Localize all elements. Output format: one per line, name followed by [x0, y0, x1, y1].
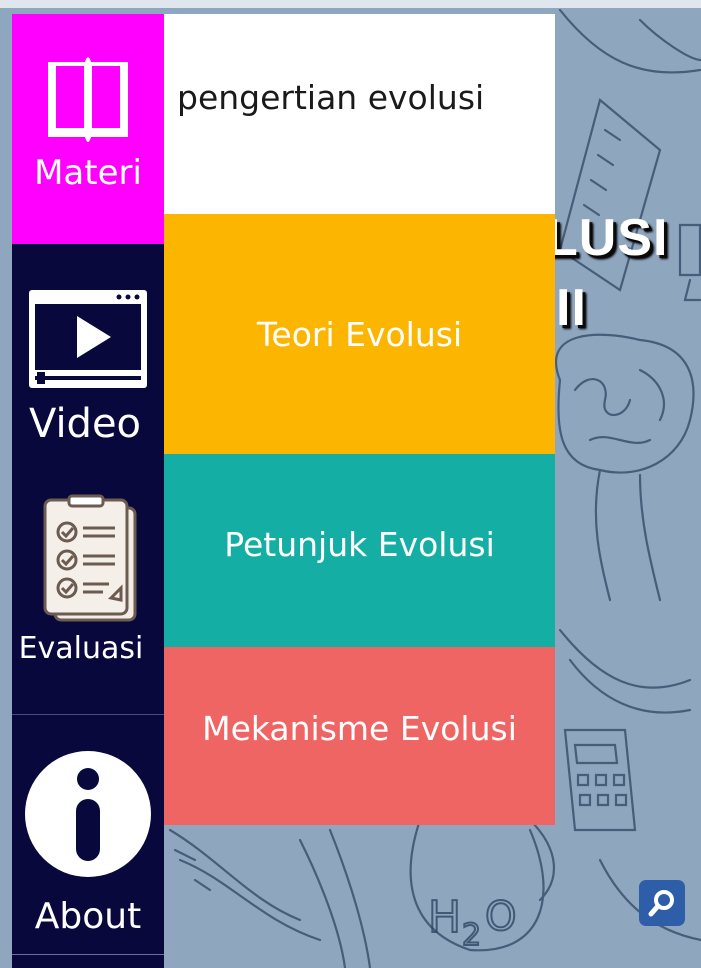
sidebar-divider	[12, 954, 164, 955]
info-icon	[25, 751, 151, 877]
sidebar-item-about[interactable]: About	[12, 749, 164, 949]
submenu-item-teori-evolusi[interactable]: Teori Evolusi	[164, 214, 555, 454]
search-icon	[648, 890, 674, 917]
submenu-item-pengertian-evolusi[interactable]: pengertian evolusi	[164, 14, 555, 214]
submenu-item-label: Teori Evolusi	[256, 314, 463, 354]
submenu-item-mekanisme-evolusi[interactable]: Mekanisme Evolusi	[164, 647, 555, 825]
sidebar-divider	[12, 714, 164, 715]
sidebar-item-label: Evaluasi	[18, 631, 144, 666]
sidebar-item-label: About	[34, 896, 142, 937]
checklist-icon	[43, 494, 137, 622]
submenu-item-label: Petunjuk Evolusi	[224, 525, 495, 564]
sidebar-item-evaluasi[interactable]: Evaluasi	[12, 494, 164, 684]
submenu-item-label: Mekanisme Evolusi	[202, 708, 517, 748]
zoom-button[interactable]	[639, 880, 685, 926]
svg-text:O: O	[485, 894, 516, 940]
video-player-icon	[29, 290, 147, 388]
book-icon	[48, 57, 128, 142]
submenu-item-label: pengertian evolusi	[177, 78, 485, 117]
background-title-line1: LUSI	[546, 209, 669, 267]
svg-text:2: 2	[462, 918, 481, 953]
sidebar-nav: Materi Video Evaluasi About	[12, 14, 164, 968]
sidebar-item-video[interactable]: Video	[12, 286, 164, 466]
sidebar-item-label: Materi	[34, 153, 142, 193]
submenu-item-petunjuk-evolusi[interactable]: Petunjuk Evolusi	[164, 454, 555, 647]
sidebar-item-materi[interactable]: Materi	[12, 14, 164, 244]
sidebar-item-label: Video	[28, 401, 142, 447]
svg-text:H: H	[428, 892, 461, 943]
background-title-line2: II	[556, 279, 587, 337]
